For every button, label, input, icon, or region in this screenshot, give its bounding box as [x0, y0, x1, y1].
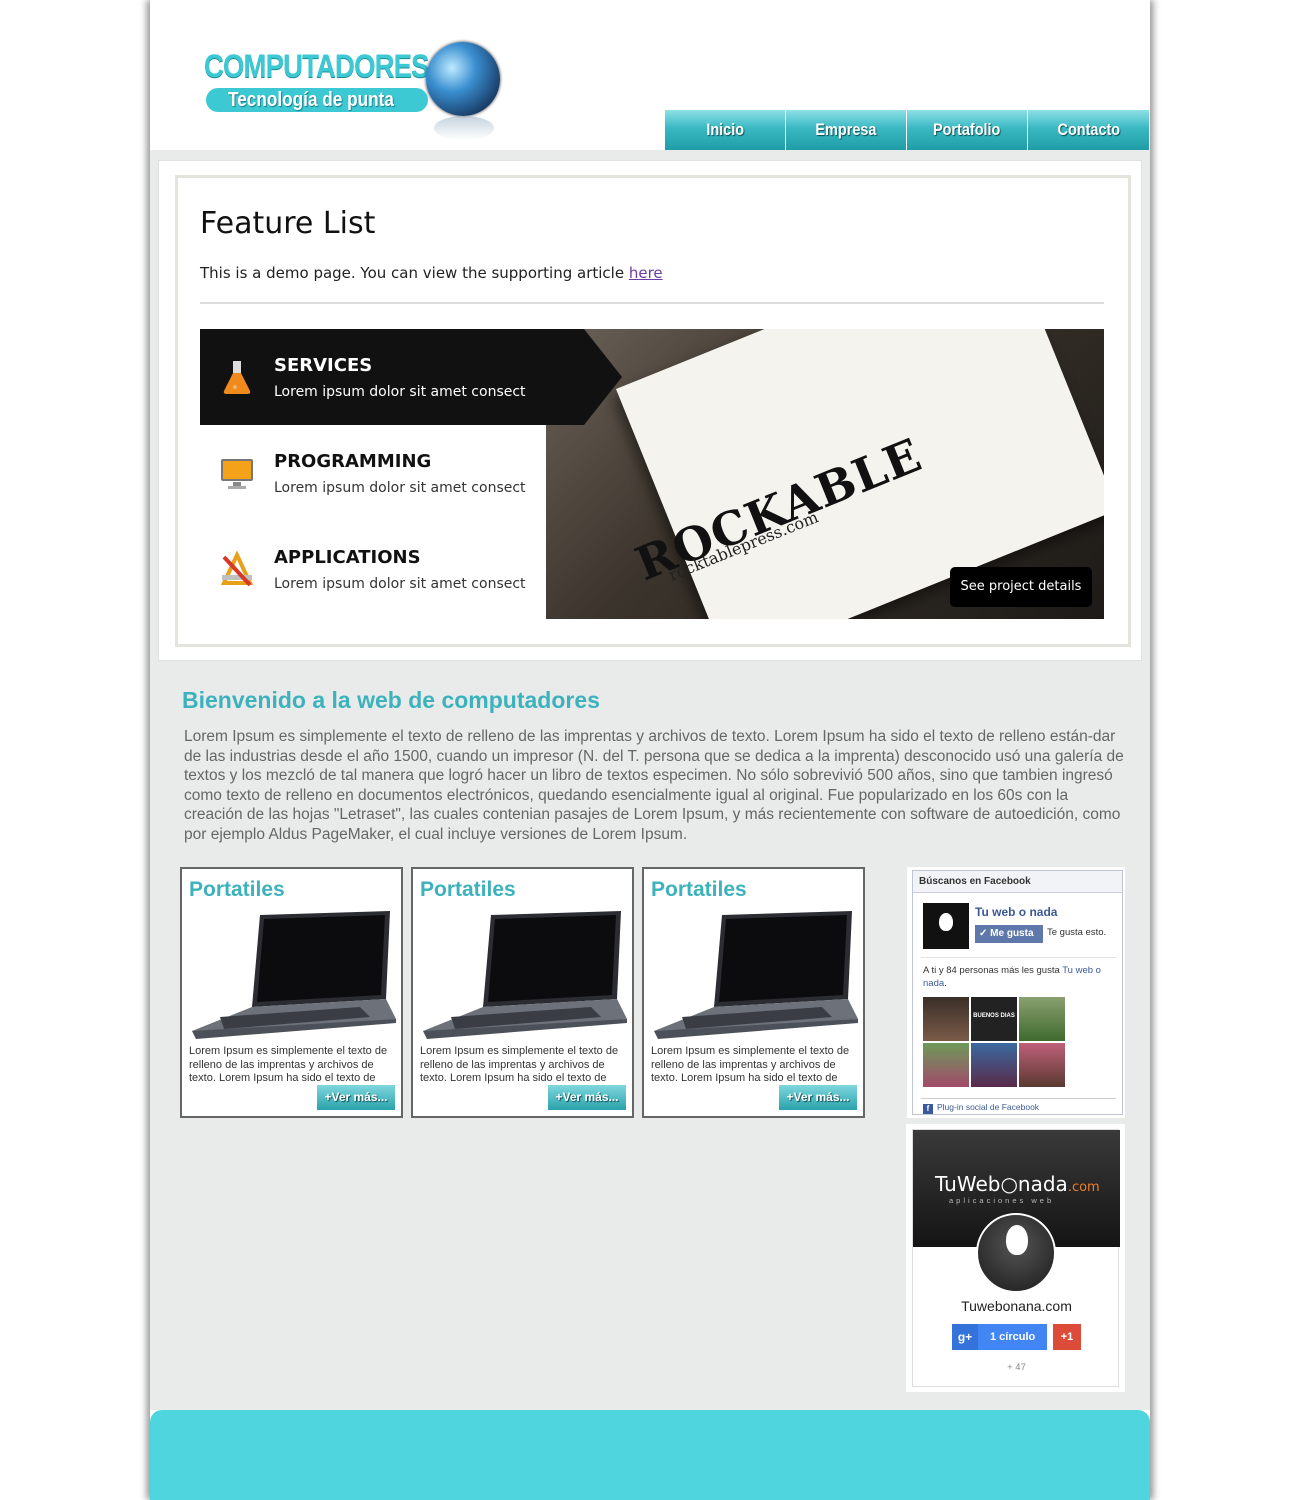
- feature-list-title: Feature List: [200, 206, 376, 241]
- nav-item-portafolio[interactable]: Portafolio: [907, 110, 1028, 150]
- page: COMPUTADORES Tecnología de punta Inicio …: [150, 0, 1150, 1500]
- google-plus-follow-button[interactable]: g+ 1 círculo: [952, 1324, 1047, 1350]
- product-description: Lorem Ipsum es simplemente el texto de r…: [189, 1045, 388, 1084]
- nav-label: Inicio: [706, 120, 744, 139]
- facebook-widget-frame: Búscanos en Facebook Tu web o nada ✓ Me …: [912, 870, 1123, 1115]
- friend-avatar[interactable]: [1019, 1043, 1065, 1087]
- welcome-text: Lorem Ipsum es simplemente el texto de r…: [184, 728, 1124, 843]
- feature-title: SERVICES: [274, 355, 373, 376]
- product-title: Portatiles: [189, 878, 285, 901]
- flask-icon: [223, 361, 251, 394]
- monitor-icon: [221, 459, 253, 489]
- feature-title: APPLICATIONS: [274, 547, 421, 568]
- cover-logo-text-end: nada: [1017, 1172, 1068, 1196]
- google-plus-name[interactable]: Tuwebonana.com: [913, 1298, 1120, 1314]
- globe-icon: [426, 42, 500, 116]
- facebook-page-avatar[interactable]: [923, 903, 969, 949]
- logo-title: COMPUTADORES: [204, 48, 429, 84]
- welcome-title: Bienvenido a la web de computadores: [182, 687, 600, 713]
- product-title: Portatiles: [651, 878, 747, 901]
- feature-desc: Lorem ipsum dolor sit amet consect: [274, 384, 526, 400]
- feature-panel: ROCKABLE rocktablepress.com See project …: [200, 329, 1104, 619]
- globe-reflection: [434, 116, 494, 140]
- friend-avatar[interactable]: [923, 1043, 969, 1087]
- laptop-image: [654, 911, 858, 1039]
- google-plus-avatar[interactable]: [976, 1213, 1056, 1293]
- google-plus-count: + 47: [1007, 1362, 1026, 1373]
- logo-subtitle: Tecnología de punta: [228, 89, 394, 111]
- feature-tab-applications[interactable]: APPLICATIONS Lorem ipsum dolor sit amet …: [200, 521, 584, 617]
- facebook-plugin-footer[interactable]: f Plug-in social de Facebook: [921, 1098, 1116, 1114]
- feature-title: PROGRAMMING: [274, 451, 432, 472]
- friend-avatar[interactable]: [1019, 997, 1065, 1041]
- facebook-friends-text: A ti y 84 personas más les gusta Tu web …: [923, 964, 1119, 990]
- friend-avatar[interactable]: BUENOS DIAS PAIS SUMISO: [971, 997, 1017, 1049]
- article-link[interactable]: here: [629, 264, 663, 282]
- project-image: ROCKABLE rocktablepress.com See project …: [546, 329, 1104, 619]
- see-more-button[interactable]: +Ver más...: [317, 1085, 395, 1110]
- friends-text-end: .: [944, 978, 947, 989]
- slider-frame: Feature List This is a demo page. You ca…: [175, 175, 1131, 647]
- nav-item-contacto[interactable]: Contacto: [1028, 110, 1149, 150]
- site-logo[interactable]: COMPUTADORES Tecnología de punta: [204, 38, 504, 142]
- feature-intro: This is a demo page. You can view the su…: [200, 264, 663, 282]
- cover-subtitle: aplicaciones web: [949, 1196, 1055, 1205]
- follow-label: 1 círculo: [990, 1331, 1036, 1343]
- facebook-friends-grid: BUENOS DIAS PAIS SUMISO: [923, 997, 1073, 1087]
- facebook-like-note: Te gusta esto.: [1047, 927, 1107, 938]
- see-project-details-button[interactable]: See project details: [950, 567, 1092, 607]
- product-description: Lorem Ipsum es simplemente el texto de r…: [420, 1045, 619, 1084]
- plus-one-button[interactable]: +1: [1053, 1324, 1081, 1350]
- nav-label: Empresa: [815, 120, 877, 139]
- laptop-image: [423, 911, 627, 1039]
- facebook-widget-header: Búscanos en Facebook: [913, 871, 1122, 893]
- feature-tab-programming[interactable]: PROGRAMMING Lorem ipsum dolor sit amet c…: [200, 425, 584, 521]
- feature-tab-services[interactable]: SERVICES Lorem ipsum dolor sit amet cons…: [200, 329, 622, 425]
- feature-desc: Lorem ipsum dolor sit amet consect: [274, 480, 526, 496]
- friends-text: A ti y 84 personas más les gusta: [923, 965, 1063, 976]
- footer: [150, 1410, 1150, 1500]
- nav-item-inicio[interactable]: Inicio: [665, 110, 786, 150]
- header: COMPUTADORES Tecnología de punta Inicio …: [150, 0, 1150, 150]
- nav-label: Portafolio: [933, 120, 1001, 139]
- main-content: Feature List This is a demo page. You ca…: [150, 150, 1150, 1410]
- laptop-image: [192, 911, 396, 1039]
- feature-desc: Lorem ipsum dolor sit amet consect: [274, 576, 526, 592]
- friend-avatar[interactable]: [923, 997, 969, 1041]
- pencil-ruler-icon: [220, 551, 254, 587]
- divider: [921, 957, 1116, 958]
- cover-logo-text: TuWeb: [935, 1172, 1001, 1196]
- nav-label: Contacto: [1057, 120, 1120, 139]
- product-description: Lorem Ipsum es simplemente el texto de r…: [651, 1045, 850, 1084]
- main-nav: Inicio Empresa Portafolio Contacto: [665, 110, 1149, 150]
- feature-slider: Feature List This is a demo page. You ca…: [158, 160, 1142, 661]
- product-card: Portatiles Lorem Ipsum es simplemente el…: [180, 867, 403, 1118]
- see-more-button[interactable]: +Ver más...: [779, 1085, 857, 1110]
- cover-logo-suffix: .com: [1067, 1180, 1100, 1195]
- facebook-page-name[interactable]: Tu web o nada: [975, 905, 1057, 919]
- google-plus-frame: TuWeb○nada.com aplicaciones web Tuwebona…: [912, 1129, 1120, 1387]
- see-more-button[interactable]: +Ver más...: [548, 1085, 626, 1110]
- feature-intro-text: This is a demo page. You can view the su…: [200, 264, 629, 282]
- nav-item-empresa[interactable]: Empresa: [786, 110, 907, 150]
- facebook-icon: f: [923, 1104, 933, 1114]
- product-title: Portatiles: [420, 878, 516, 901]
- divider: [200, 302, 1104, 304]
- product-card: Portatiles Lorem Ipsum es simplemente el…: [642, 867, 865, 1118]
- google-plus-widget: TuWeb○nada.com aplicaciones web Tuwebona…: [906, 1124, 1125, 1392]
- google-plus-icon: g+: [952, 1324, 978, 1350]
- facebook-widget: Búscanos en Facebook Tu web o nada ✓ Me …: [907, 867, 1125, 1118]
- product-card: Portatiles Lorem Ipsum es simplemente el…: [411, 867, 634, 1118]
- like-label: Me gusta: [990, 928, 1034, 939]
- cover-logo: TuWeb○nada.com: [935, 1172, 1100, 1196]
- footer-label: Plug-in social de Facebook: [937, 1102, 1040, 1112]
- friend-avatar[interactable]: [971, 1043, 1017, 1087]
- facebook-like-button[interactable]: ✓ Me gusta: [975, 925, 1043, 943]
